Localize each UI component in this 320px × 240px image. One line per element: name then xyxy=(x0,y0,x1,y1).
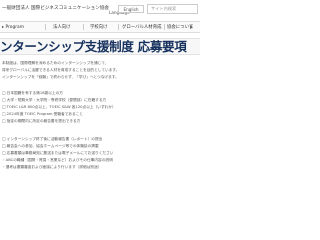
nav-item-label: Program xyxy=(5,24,25,30)
english-button[interactable]: English xyxy=(118,5,144,13)
nav-next-arrow-icon[interactable] xyxy=(190,24,193,29)
nav-divider xyxy=(164,24,165,30)
site-header: 一般財団法人 国際ビジネスコミュニケーション協会 Language Englis… xyxy=(0,0,200,20)
nav-item-label: グローバル人材育成 xyxy=(122,25,162,30)
english-button-label: English xyxy=(123,6,139,12)
body-line: ・ABCの職種（国際・貿易・営業など）およびその仕事内容の説明 xyxy=(2,158,113,162)
nav-item-corporate[interactable]: 法人向け xyxy=(53,22,71,32)
nav-item-label: 法人向け xyxy=(53,25,71,30)
nav-item-school[interactable]: 学校向け xyxy=(90,22,108,32)
nav-item-global-talent[interactable]: グローバル人材育成 xyxy=(122,22,161,32)
body-line: □ インターンシップ終了後に活動報告書（レポート）の提出 xyxy=(2,137,103,141)
body-line: 将来グローバルに活躍できる人材を育成することを目的としています。 xyxy=(2,68,120,72)
body-line: ・選考は書類審査および面接により行います（詳細は別途） xyxy=(2,165,102,169)
body-line: □ 応募書類は事務局宛に郵送または電子メールにてお送りください xyxy=(2,151,114,155)
global-nav: Program 法人向け 学校向け グローバル人材育成 協会について xyxy=(0,21,200,33)
body-line: 本制度は、国際理解を深めるためのインターンシップを通じて、 xyxy=(2,61,109,65)
triangle-right-icon xyxy=(2,26,4,28)
page-title: ンターンシップ支援制度 応募要項 xyxy=(0,39,187,54)
search-placeholder: サイト内検索 xyxy=(151,6,177,11)
nav-divider xyxy=(45,24,46,30)
nav-item-label: 学校向け xyxy=(90,25,108,30)
body-line: □ 大学・短期大学・大学院・専修学校（昼間部）に在籍する方 xyxy=(2,98,107,102)
body-line: □ 報告会への参加、協会ホームページ等での体験談の掲載 xyxy=(2,144,99,148)
body-line: □ 日本国籍を有する満18歳以上の方 xyxy=(2,91,63,95)
body-line: □ 2024年度 TOEIC Program 受験者であること xyxy=(2,112,84,116)
body-line: インターンシップを「経験」で終わらせず、「学び」へとつなげます。 xyxy=(2,75,119,79)
search-input[interactable]: サイト内検索 xyxy=(147,4,198,14)
nav-item-program[interactable]: Program xyxy=(2,22,24,32)
org-name[interactable]: 一般財団法人 国際ビジネスコミュニケーション協会 xyxy=(2,5,109,11)
nav-divider xyxy=(118,24,119,30)
body-line: □ 指定の期間内に所定の報告書を提出できる方 xyxy=(2,119,81,123)
nav-divider xyxy=(83,24,84,30)
body-line: □ TOEIC L&R 600点以上、TOEIC S&W 各120点以上（いずれ… xyxy=(2,105,116,109)
